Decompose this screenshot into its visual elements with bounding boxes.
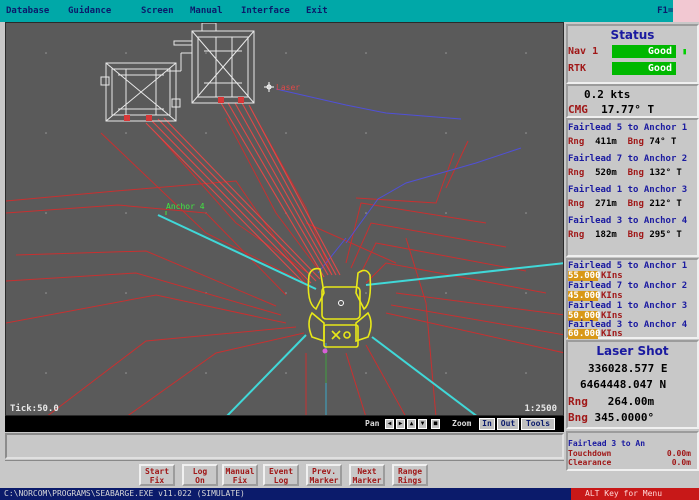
anchor-1-title: Fairlead 5 to Anchor 1	[568, 123, 688, 133]
speed-readout: 0.2 kts	[584, 88, 631, 101]
menu-exit[interactable]: Exit	[306, 6, 328, 16]
cmg-value: 17.77° T	[601, 103, 655, 116]
laser-range: 264.00m	[607, 395, 655, 408]
status-bar: C:\NORCOM\PROGRAMS\SEABARGE.EXE v11.022 …	[0, 488, 699, 500]
pan-down-button[interactable]: ▼	[418, 419, 427, 429]
event-log-button[interactable]: Event Log	[263, 464, 299, 486]
message-bar	[5, 433, 564, 459]
touchdown-title: Fairlead 3 to An	[568, 439, 646, 448]
tick-readout: Tick:50.0	[10, 404, 59, 414]
pipeline-contours	[6, 117, 563, 415]
anchor-4-label: Anchor 4	[166, 202, 205, 211]
start-fix-button[interactable]: Start Fix	[139, 464, 175, 486]
tension-1-value: 55.000	[568, 271, 601, 281]
laser-marker	[264, 82, 274, 92]
tension-panel: Fairlead 5 to Anchor 1 55.000KIns Fairle…	[566, 258, 699, 339]
zoom-in-button[interactable]: In	[479, 418, 495, 430]
pan-up-button[interactable]: ▲	[407, 419, 416, 429]
log-on-button[interactable]: Log On	[182, 464, 218, 486]
menu-manual[interactable]: Manual	[190, 6, 223, 16]
survey-lines	[275, 88, 522, 274]
anchor-1-range: 411m	[595, 137, 617, 147]
zoom-label: Zoom	[452, 419, 472, 428]
status-panel: Status Nav 1 Good ▮ RTK Good	[566, 24, 699, 84]
clearance-value: 0.0m	[671, 458, 691, 467]
arrow-left-icon: ◀	[387, 420, 392, 427]
laser-title: Laser Shot	[596, 344, 669, 358]
menu-bar: Database Guidance Screen Manual Interfac…	[0, 0, 699, 22]
touchdown-label: Touchdown	[568, 449, 612, 458]
tension-4-value: 60.000	[568, 329, 601, 339]
tools-button[interactable]: Tools	[521, 418, 555, 430]
touchdown-panel: Fairlead 3 to An Touchdown 0.00m Clearan…	[566, 431, 699, 471]
alt-key-hint: ALT Key for Menu	[571, 488, 699, 500]
riser-bundle	[145, 102, 341, 286]
laser-easting: 336028.577 E	[588, 362, 668, 375]
manual-fix-button[interactable]: Manual Fix	[222, 464, 258, 486]
barge	[307, 267, 372, 348]
arrow-down-icon: ▼	[420, 420, 425, 427]
anchor-4-title: Fairlead 3 to Anchor 4	[568, 216, 688, 226]
status-title: Status	[610, 28, 655, 42]
map-view[interactable]: Laser Anchor 4 Tick:50.0 1:2500	[5, 22, 564, 416]
menu-screen[interactable]: Screen	[141, 6, 174, 16]
zoom-out-button[interactable]: Out	[497, 418, 519, 430]
laser-label: Laser	[276, 83, 300, 92]
pan-center-button[interactable]: ■	[431, 419, 440, 429]
speed-panel: 0.2 kts CMG 17.77° T	[566, 84, 699, 118]
laser-northing: 6464448.047 N	[580, 378, 667, 391]
laser-shot-panel: Laser Shot 336028.577 E 6464448.047 N Rn…	[566, 340, 699, 429]
laser-bearing: 345.0000°	[594, 411, 655, 424]
menu-guidance[interactable]: Guidance	[68, 6, 111, 16]
pan-zoom-strip: Pan ◀ ▶ ▲ ▼ ■ Zoom In Out Tools	[5, 416, 564, 432]
rtk-status-badge: Good	[612, 62, 676, 75]
anchor-range-panel: Fairlead 5 to Anchor 1 Rng 411m Bng 74° …	[566, 118, 699, 257]
pan-label: Pan	[365, 419, 380, 428]
menu-interface[interactable]: Interface	[241, 6, 290, 16]
touchdown-value: 0.00m	[666, 449, 691, 458]
nav-status-badge: Good	[612, 45, 676, 58]
nav-indicator-icon: ▮	[682, 47, 688, 57]
anchor-4-range: 182m	[595, 230, 617, 240]
nav-label: Nav 1	[568, 46, 599, 57]
anchor-2-range: 520m	[595, 168, 617, 178]
arrow-up-icon: ▲	[409, 420, 414, 427]
anchor-3-range: 271m	[595, 199, 617, 209]
anchor-2-bearing: 132° T	[649, 168, 682, 178]
range-rings-button[interactable]: Range Rings	[392, 464, 428, 486]
menu-database[interactable]: Database	[6, 6, 49, 16]
anchor-2-title: Fairlead 7 to Anchor 2	[568, 154, 688, 164]
next-marker-button[interactable]: Next Marker	[349, 464, 385, 486]
prev-marker-button[interactable]: Prev. Marker	[306, 464, 342, 486]
anchor-3-bearing: 212° T	[649, 199, 682, 209]
anchor-3-title: Fairlead 1 to Anchor 3	[568, 185, 688, 195]
window-corner	[673, 0, 699, 22]
arrow-right-icon: ▶	[398, 420, 403, 427]
map-canvas: Laser Anchor 4	[6, 23, 563, 415]
pan-left-button[interactable]: ◀	[385, 419, 394, 429]
tension-1-title: Fairlead 5 to Anchor 1	[568, 261, 688, 271]
anchor-1-bearing: 74° T	[649, 137, 677, 147]
tension-3-title: Fairlead 1 to Anchor 3	[568, 301, 688, 311]
center-icon: ■	[433, 420, 438, 427]
cmg-label: CMG	[568, 103, 588, 116]
tension-2-title: Fairlead 7 to Anchor 2	[568, 281, 688, 291]
tension-2-value: 45.000	[568, 291, 601, 301]
program-path: C:\NORCOM\PROGRAMS\SEABARGE.EXE v11.022 …	[4, 489, 245, 498]
rtk-label: RTK	[568, 63, 587, 74]
pan-right-button[interactable]: ▶	[396, 419, 405, 429]
function-button-bar: Start Fix Log On Manual Fix Event Log Prev. M…	[5, 460, 564, 488]
anchor-4-bearing: 295° T	[649, 230, 682, 240]
clearance-label: Clearance	[568, 458, 612, 467]
platform-structures	[100, 23, 255, 122]
scale-readout: 1:2500	[524, 404, 557, 414]
